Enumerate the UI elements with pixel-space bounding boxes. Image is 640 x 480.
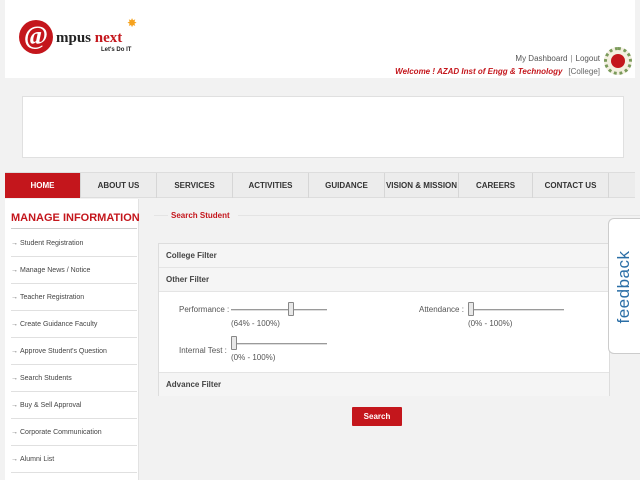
my-dashboard-link[interactable]: My Dashboard — [515, 54, 567, 63]
page-title: Search Student — [171, 211, 230, 220]
feedback-tab[interactable]: feedback — [608, 218, 640, 354]
nav-item-careers[interactable]: CAREERS — [459, 173, 533, 198]
sidebar-item-manage-news-notice[interactable]: → Manage News / Notice — [11, 257, 137, 284]
sidebar-item-label: Buy & Sell Approval — [20, 402, 82, 409]
sidebar-item-label: Search Students — [20, 375, 72, 382]
banner-area — [22, 96, 624, 158]
welcome-text: Welcome ! AZAD Inst of Engg & Technology — [395, 67, 563, 76]
arrow-right-icon: → — [11, 267, 18, 274]
performance-range: (64% - 100%) — [231, 319, 280, 328]
sidebar: MANAGE INFORMATION → Student Registration… — [5, 199, 140, 480]
sidebar-item-student-registration[interactable]: → Student Registration — [11, 230, 137, 257]
nav-item-home[interactable]: HOME — [5, 173, 81, 198]
feedback-label: feedback — [614, 250, 633, 324]
sidebar-title-divider — [11, 228, 137, 229]
nav-item-activities[interactable]: ACTIVITIES — [233, 173, 309, 198]
nav-item-about-us[interactable]: ABOUT US — [81, 173, 157, 198]
attendance-slider-track[interactable] — [468, 309, 564, 311]
sidebar-item-teacher-registration[interactable]: → Teacher Registration — [11, 284, 137, 311]
arrow-right-icon: → — [11, 429, 18, 436]
logout-link[interactable]: Logout — [576, 54, 600, 63]
logo-name: mpus next — [56, 30, 123, 46]
performance-slider-track[interactable] — [231, 309, 327, 311]
sidebar-item-approve-student-s-question[interactable]: → Approve Student's Question — [11, 338, 137, 365]
arrow-right-icon: → — [11, 348, 18, 355]
nav-item-contact-us[interactable]: CONTACT US — [533, 173, 609, 198]
sidebar-item-label: Teacher Registration — [20, 294, 85, 301]
arrow-right-icon: → — [11, 375, 18, 382]
sidebar-item-label: Corporate Communication — [20, 429, 102, 436]
arrow-right-icon: → — [11, 402, 18, 409]
sidebar-item-label: Approve Student's Question — [20, 348, 107, 355]
college-filter-header[interactable]: College Filter — [159, 244, 609, 268]
performance-label: Performance : — [179, 305, 230, 314]
filter-panel: College Filter Other Filter Performance … — [158, 243, 610, 396]
arrow-right-icon: → — [11, 321, 18, 328]
internal-test-range: (0% - 100%) — [231, 353, 276, 362]
internal-test-slider-handle[interactable] — [231, 336, 237, 350]
nav-item-vision-mission[interactable]: VISION & MISSION — [385, 173, 459, 198]
arrow-right-icon: → — [11, 456, 18, 463]
arrow-right-icon: → — [11, 240, 18, 247]
header: @ mpus next ✸ Let's Do IT My Dashboard | L… — [5, 0, 635, 78]
logo-at-mark: @ — [19, 20, 53, 54]
sidebar-item-label: Student Registration — [20, 240, 84, 247]
nav-item-guidance[interactable]: GUIDANCE — [309, 173, 385, 198]
performance-slider-handle[interactable] — [288, 302, 294, 316]
sidebar-title: MANAGE INFORMATION — [11, 212, 140, 224]
institute-seal-icon — [604, 47, 632, 75]
welcome-line: Welcome ! AZAD Inst of Engg & Technology… — [395, 67, 600, 76]
sidebar-item-label: Manage News / Notice — [20, 267, 91, 274]
sidebar-item-buy-sell-approval[interactable]: → Buy & Sell Approval — [11, 392, 137, 419]
main-nav: HOME ABOUT US SERVICES ACTIVITIES GUIDANCE VI… — [5, 172, 635, 198]
sidebar-item-search-students[interactable]: → Search Students — [11, 365, 137, 392]
main-content: Search Student College Filter Other Filt… — [140, 199, 640, 480]
nav-item-services[interactable]: SERVICES — [157, 173, 233, 198]
advance-filter-header[interactable]: Advance Filter — [159, 372, 609, 396]
arrow-right-icon: → — [11, 294, 18, 301]
internal-test-slider-track[interactable] — [231, 343, 327, 345]
attendance-range: (0% - 100%) — [468, 319, 513, 328]
sidebar-item-corporate-communication[interactable]: → Corporate Communication — [11, 419, 137, 446]
logo[interactable]: @ mpus next ✸ Let's Do IT — [19, 16, 139, 60]
other-filter-header[interactable]: Other Filter — [159, 268, 609, 292]
internal-test-label: Internal Test : — [179, 346, 227, 355]
star-icon: ✸ — [127, 16, 138, 30]
attendance-label: Attendance : — [419, 305, 464, 314]
top-links: My Dashboard | Logout — [515, 54, 600, 63]
college-tag: [College] — [568, 67, 600, 76]
sidebar-item-label: Alumni List — [20, 456, 55, 463]
link-separator: | — [570, 54, 573, 63]
sidebar-item-label: Create Guidance Faculty — [20, 321, 98, 328]
sidebar-item-alumni-list[interactable]: → Alumni List — [11, 446, 137, 473]
logo-tagline: Let's Do IT — [101, 47, 132, 53]
attendance-slider-handle[interactable] — [468, 302, 474, 316]
search-button[interactable]: Search — [352, 407, 402, 426]
sidebar-item-create-guidance-faculty[interactable]: → Create Guidance Faculty — [11, 311, 137, 338]
